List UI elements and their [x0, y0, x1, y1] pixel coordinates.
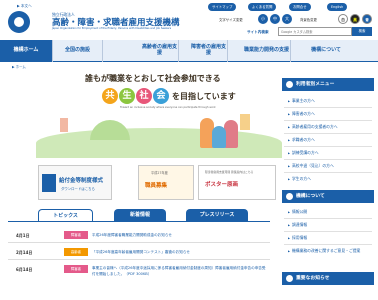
hero-landscape — [36, 128, 282, 158]
banner-poster-contest[interactable]: 障害者雇用支援月間 募集案内はこちら ポスター原画 — [198, 165, 276, 200]
hero-char-4: 会 — [153, 88, 169, 104]
banner-recruitment-title: 職員募集 — [145, 183, 168, 189]
nav-home[interactable]: 機構ホーム — [0, 40, 53, 62]
news-tag-3: 障害者 — [64, 265, 88, 273]
side-item-procurement[interactable]: 調達情報 — [288, 222, 307, 228]
info-icon — [286, 193, 293, 200]
user-menu-header: 利用者別メニュー — [282, 78, 374, 91]
side-item-trainees[interactable]: 訓練受講の方へ — [288, 150, 319, 156]
side-divider — [284, 107, 372, 108]
tab-underline — [8, 221, 270, 222]
banner-forms-sub: ダウンロードはこちら — [61, 187, 95, 191]
news-tag-2: 高齢者 — [64, 248, 88, 256]
hero-building — [240, 114, 250, 130]
side-divider — [284, 231, 372, 232]
banner-poster-title: ポスター原画 — [205, 182, 239, 188]
text-size-small-button[interactable]: 小 — [258, 14, 268, 24]
sitemap-link[interactable]: サイトマップ — [208, 3, 237, 11]
news-tag-1: 障害者 — [64, 231, 88, 239]
faq-link[interactable]: よくある質問 — [248, 3, 277, 11]
side-divider — [284, 218, 372, 219]
news-link-3[interactable]: 事業主の皆様へ（平成26年度中途採用に係る障害者雇用納付金制度の周知）障害者雇用… — [92, 265, 268, 277]
bg-blue-button[interactable]: 青 — [362, 14, 372, 24]
hero-house — [60, 118, 68, 132]
side-item-job-seekers[interactable]: 求職者の方へ — [288, 137, 315, 143]
news-link-1[interactable]: 平成26年度障害者職業能力開発助成金のお知らせ — [92, 232, 268, 238]
hero-person-3 — [212, 126, 226, 148]
text-size-medium-button[interactable]: 中 — [270, 14, 280, 24]
news-divider — [8, 242, 270, 243]
side-item-feedback[interactable]: 機構業務の改善に関するご意見・ご提案 — [288, 248, 372, 254]
site-search-label: サイト内検索 — [247, 30, 269, 34]
side-divider — [284, 244, 372, 245]
banner-forms-download[interactable]: 給付金等制度様式 ダウンロードはこちら — [38, 165, 112, 200]
nav-elderly-support[interactable]: 高齢者の雇用支援 — [141, 40, 179, 62]
bg-black-button[interactable]: 黒 — [350, 14, 360, 24]
bg-color-label: 背景色変更 — [300, 18, 317, 22]
organization-logo[interactable] — [8, 11, 30, 33]
banner-recruitment-sub: 平成27年度 — [151, 171, 168, 175]
contact-link[interactable]: お問合せ — [289, 3, 311, 11]
side-divider — [284, 159, 372, 160]
about-title: 機構について — [296, 194, 325, 199]
banner-recruitment[interactable]: 平成27年度 職員募集 — [138, 165, 194, 200]
news-divider — [8, 259, 270, 260]
text-size-large-button[interactable]: 大 — [282, 14, 292, 24]
alert-icon — [286, 275, 293, 282]
english-link[interactable]: English — [327, 3, 348, 11]
nav-facilities[interactable]: 全国の施設 — [53, 40, 103, 62]
news-date-2: 2月14日 — [16, 250, 33, 255]
news-date-3: 6月14日 — [16, 267, 33, 272]
banner-poster-sub: 障害者雇用支援月間 募集案内はこちら — [205, 170, 254, 174]
nav-about[interactable]: 機構について — [296, 40, 356, 62]
side-item-disabled[interactable]: 障害者の方へ — [288, 111, 315, 117]
text-size-label: 文字サイズ変更 — [219, 18, 243, 22]
side-item-employers[interactable]: 事業主の方へ — [288, 98, 315, 104]
side-item-elderly-supporters[interactable]: 高齢者雇用の支援者の方へ — [288, 124, 338, 130]
hero-english-tagline: Toward an inclusive society where everyo… — [120, 106, 216, 109]
side-item-careers[interactable]: 採用情報 — [288, 235, 307, 241]
hero-char-1: 共 — [102, 88, 118, 104]
nav-vocational-training[interactable]: 職業能力開発の支援 — [243, 40, 291, 62]
search-input[interactable] — [278, 27, 352, 36]
nav-disability-support[interactable]: 障害者の雇用支援 — [190, 40, 228, 62]
important-notice-header: 重要なお知らせ — [282, 272, 374, 285]
side-item-disclosure[interactable]: 情報公開 — [288, 209, 307, 215]
user-menu-title: 利用者別メニュー — [296, 82, 335, 87]
hero-char-2: 生 — [119, 88, 135, 104]
bg-white-button[interactable]: 白 — [338, 14, 348, 24]
person-icon — [286, 81, 293, 88]
banner-forms-title: 給付金等制度様式 — [59, 178, 104, 184]
news-link-2[interactable]: 「平成26年度高年齢者雇用開発コンテスト」審査のお知らせ — [92, 249, 268, 255]
hero-char-3: 社 — [136, 88, 152, 104]
side-divider — [284, 133, 372, 134]
hero-person-2 — [224, 120, 238, 148]
document-icon — [42, 174, 56, 192]
org-english-name: Japan Organization for Employment of the… — [52, 27, 172, 30]
hero-hill — [90, 120, 130, 140]
side-divider — [284, 120, 372, 121]
important-notice-title: 重要なお知らせ — [296, 276, 330, 281]
breadcrumb[interactable]: ▶ ホーム — [12, 64, 26, 69]
side-divider — [284, 146, 372, 147]
side-item-dropouts[interactable]: 高校中退（見込）の方へ — [288, 163, 334, 169]
hero-tagline-line1: 誰もが職業をとおして社会参加できる — [85, 74, 221, 83]
skip-to-content-link[interactable]: ▶ 本文へ — [17, 4, 32, 9]
hero-tagline-line2: を目指しています — [172, 92, 236, 101]
about-header: 機構について — [282, 190, 374, 203]
side-divider — [284, 172, 372, 173]
side-item-students[interactable]: 学生の方へ — [288, 176, 311, 182]
search-button[interactable]: 検索 — [352, 27, 372, 36]
news-date-1: 4月1日 — [16, 233, 30, 238]
